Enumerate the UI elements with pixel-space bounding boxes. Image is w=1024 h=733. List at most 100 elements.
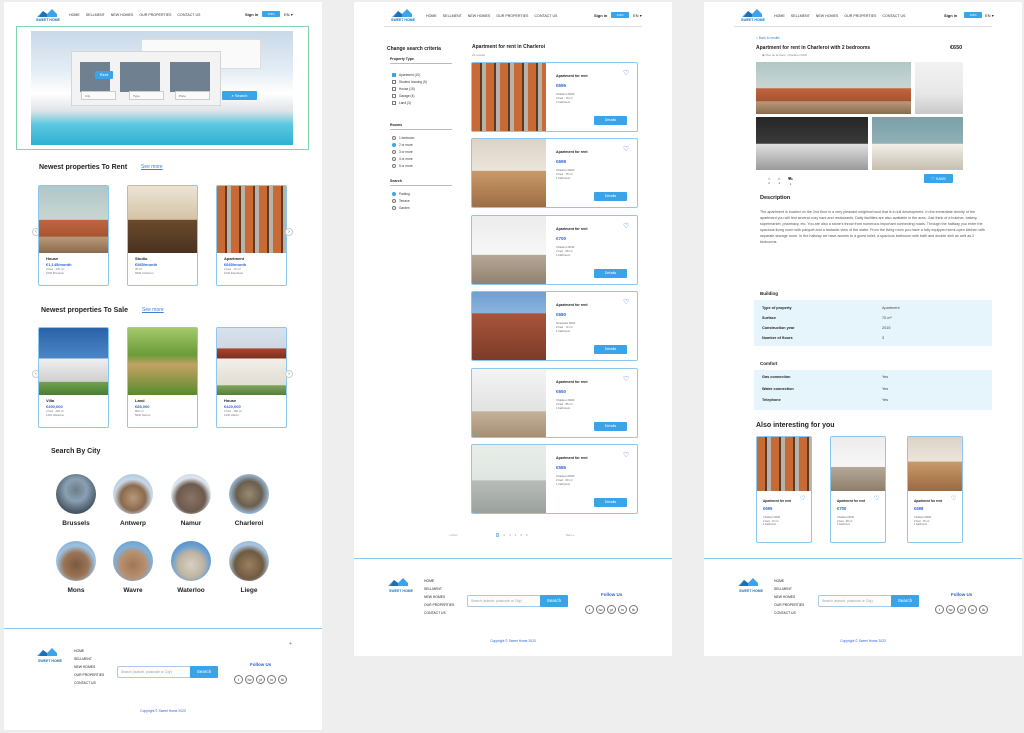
city-name[interactable]: Liege <box>224 587 274 594</box>
page-link[interactable]: 2 <box>503 533 505 537</box>
radio[interactable] <box>392 136 396 140</box>
back-to-results-link[interactable]: < Back to results <box>756 36 780 40</box>
checkbox[interactable] <box>392 94 396 98</box>
page-link[interactable]: 6 <box>526 533 528 537</box>
heart-icon[interactable]: ♡ <box>623 69 629 77</box>
city-select[interactable]: City <box>81 91 116 100</box>
city-image-wavre[interactable] <box>113 541 153 581</box>
nav-new-homes[interactable]: NEW HOMES <box>468 14 491 18</box>
footer-link[interactable]: CONTACT US <box>74 679 104 687</box>
footer-link[interactable]: SELLMENT <box>74 655 104 663</box>
suggested-card[interactable]: Apartment for rent ♡ €698 Charleroi 6000… <box>907 436 963 543</box>
radio[interactable] <box>392 206 396 210</box>
prev-page-link[interactable]: « Prev <box>449 533 458 537</box>
sale-card[interactable]: Villa €490,000 4 bed · 260 m² 1410 Waterl… <box>38 327 109 428</box>
linkedin-icon[interactable]: in <box>968 605 977 614</box>
filter-option[interactable]: House (15) <box>392 87 415 91</box>
filter-option[interactable]: 2 or more <box>392 143 413 147</box>
footer-search-button[interactable]: Search <box>190 666 218 678</box>
city-image-mons[interactable] <box>56 541 96 581</box>
sign-in-link[interactable]: Sign in <box>594 13 607 18</box>
filter-option[interactable]: Garage (4) <box>392 94 414 98</box>
radio[interactable] <box>392 199 396 203</box>
city-image-brussels[interactable] <box>56 474 96 514</box>
footer-link[interactable]: HOME <box>774 577 804 585</box>
radio-selected[interactable] <box>392 143 396 147</box>
footer-search-input[interactable]: Search (suburb, postcode or City) <box>117 666 191 678</box>
nav-our-properties[interactable]: OUR PROPERTIES <box>139 13 171 17</box>
nav-contact-us[interactable]: CONTACT US <box>882 14 905 18</box>
filter-option[interactable]: 5 or more <box>392 164 413 168</box>
join-button[interactable]: JOIN <box>611 12 629 18</box>
details-button[interactable]: Details <box>594 422 627 431</box>
footer-link[interactable]: NEW HOMES <box>74 663 104 671</box>
footer-link[interactable]: NEW HOMES <box>424 593 454 601</box>
facebook-icon[interactable]: f <box>935 605 944 614</box>
details-button[interactable]: Details <box>594 116 627 125</box>
city-name[interactable]: Namur <box>166 520 216 527</box>
footer-link[interactable]: OUR PROPERTIES <box>774 601 804 609</box>
city-name[interactable]: Charleroi <box>224 520 274 527</box>
tiktok-icon[interactable]: tk <box>629 605 638 614</box>
nav-home[interactable]: HOME <box>69 13 80 17</box>
footer-link[interactable]: HOME <box>424 577 454 585</box>
gallery-image[interactable] <box>756 117 868 170</box>
tiktok-icon[interactable]: tk <box>278 675 287 684</box>
youtube-icon[interactable]: yt <box>607 605 616 614</box>
suggested-card[interactable]: Apartment for rent ♡ €695 Charleroi 6000… <box>756 436 812 543</box>
details-button[interactable]: Details <box>594 498 627 507</box>
details-button[interactable]: Details <box>594 192 627 201</box>
heart-icon[interactable]: ♡ <box>623 222 629 230</box>
linkedin-icon[interactable]: in <box>618 605 627 614</box>
checkbox[interactable] <box>392 87 396 91</box>
youtube-icon[interactable]: yt <box>957 605 966 614</box>
filter-option[interactable]: Garden <box>392 206 410 210</box>
nav-new-homes[interactable]: NEW HOMES <box>816 14 839 18</box>
nav-our-properties[interactable]: OUR PROPERTIES <box>496 14 528 18</box>
footer-link[interactable]: OUR PROPERTIES <box>74 671 104 679</box>
rent-tab[interactable]: Rent <box>95 71 113 79</box>
checkbox-checked[interactable] <box>392 73 396 77</box>
radio[interactable] <box>392 164 396 168</box>
listing-card[interactable]: Apartment for rent €695 Charleroi 6000 2 … <box>471 62 638 132</box>
save-button[interactable]: ♡ SAVE <box>924 174 953 183</box>
footer-link[interactable]: SELLMENT <box>424 585 454 593</box>
join-button[interactable]: JOIN <box>262 11 280 17</box>
details-button[interactable]: Details <box>594 345 627 354</box>
nav-contact-us[interactable]: CONTACT US <box>534 14 557 18</box>
details-button[interactable]: Details <box>594 269 627 278</box>
filter-option[interactable]: Terrace <box>392 199 410 203</box>
rent-card[interactable]: Apartment €665/month 2 bed · 70 m² 1040 E… <box>216 185 287 286</box>
city-name[interactable]: Waterloo <box>166 587 216 594</box>
footer-search-input[interactable]: Search (suburb, postcode or City) <box>467 595 541 607</box>
gallery-image-main[interactable] <box>756 62 911 114</box>
radio-selected[interactable] <box>392 192 396 196</box>
rent-card[interactable]: House €1,145/month 3 bed · 140 m² 1000 Br… <box>38 185 109 286</box>
facebook-icon[interactable]: f <box>234 675 243 684</box>
youtube-icon[interactable]: yt <box>256 675 265 684</box>
listing-card[interactable]: Apartment for rent €650 Charleroi 6000 2 … <box>471 368 638 438</box>
filter-option[interactable]: 3 or more <box>392 150 413 154</box>
nav-sellment[interactable]: SELLMENT <box>791 14 810 18</box>
heart-icon[interactable]: ♡ <box>951 495 956 502</box>
type-select[interactable]: Type <box>129 91 164 100</box>
footer-link[interactable]: OUR PROPERTIES <box>424 601 454 609</box>
footer-search-button[interactable]: Search <box>540 595 568 607</box>
language-select[interactable]: EN ▾ <box>985 13 994 18</box>
suggested-card[interactable]: Apartment for rent ♡ €700 Charleroi 6040… <box>830 436 886 543</box>
listing-card[interactable]: Apartment for rent €680 Gosselies 6041 2 … <box>471 291 638 361</box>
page-link[interactable]: 5 <box>520 533 522 537</box>
join-button[interactable]: JOIN <box>964 12 982 18</box>
nav-our-properties[interactable]: OUR PROPERTIES <box>844 14 876 18</box>
sale-card[interactable]: Land €85,000 800 m² 5000 Namur <box>127 327 198 428</box>
linkedin-icon[interactable]: in <box>267 675 276 684</box>
chevron-right-icon[interactable]: › <box>285 228 293 236</box>
filter-option[interactable]: Parking <box>392 192 410 196</box>
footer-link[interactable]: CONTACT US <box>424 609 454 617</box>
city-image-waterloo[interactable] <box>171 541 211 581</box>
listing-card[interactable]: Apartment for rent €700 Charleroi 6040 2 … <box>471 215 638 285</box>
nav-home[interactable]: HOME <box>774 14 785 18</box>
city-name[interactable]: Brussels <box>51 520 101 527</box>
city-image-liege[interactable] <box>229 541 269 581</box>
sale-see-more-link[interactable]: See more <box>142 307 164 313</box>
